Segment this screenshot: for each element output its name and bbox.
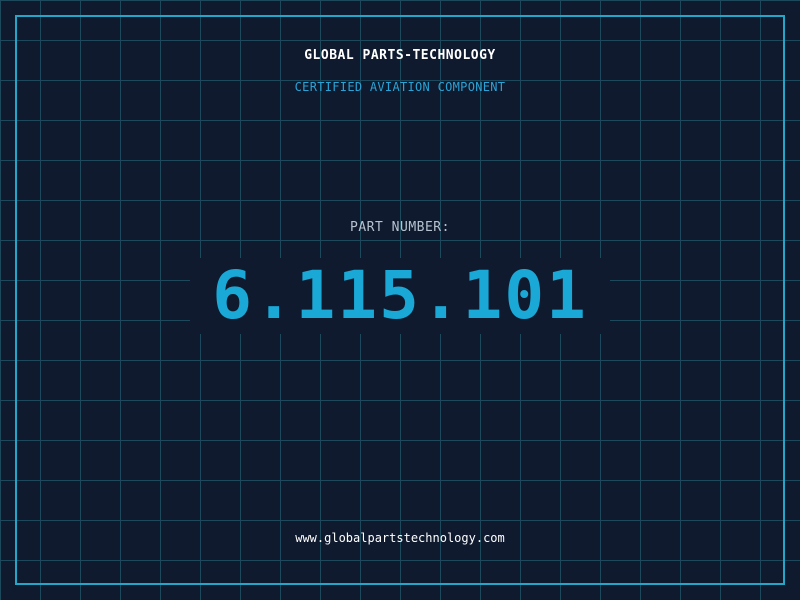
part-number-value: 6.115.101 xyxy=(190,258,610,334)
website-link[interactable]: www.globalpartstechnology.com xyxy=(0,531,800,545)
company-name: GLOBAL PARTS-TECHNOLOGY xyxy=(304,48,496,63)
certification-subtitle: CERTIFIED AVIATION COMPONENT xyxy=(294,80,506,94)
part-number-label: PART NUMBER: xyxy=(350,220,450,235)
